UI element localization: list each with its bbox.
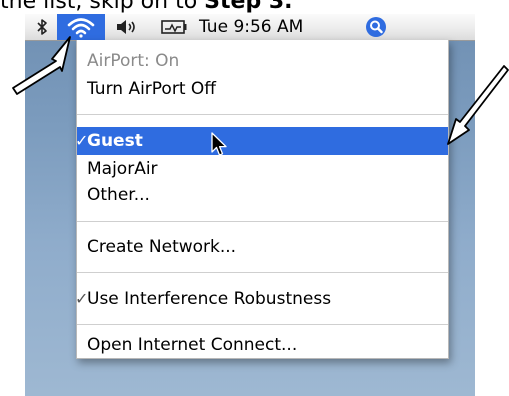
menu-separator	[77, 324, 448, 325]
menubar-clock[interactable]: Tue 9:56 AM	[199, 14, 349, 40]
network-label: Other...	[87, 185, 150, 205]
airport-status: AirPort: On	[77, 47, 448, 75]
open-internet-connect-item[interactable]: Open Internet Connect...	[77, 331, 448, 359]
menu-separator	[77, 114, 448, 115]
network-item-other[interactable]: Other...	[77, 181, 448, 209]
create-network-item[interactable]: Create Network...	[77, 233, 448, 261]
menu-separator	[77, 221, 448, 222]
callout-arrow-icon	[447, 65, 509, 145]
callout-arrow-icon	[12, 36, 71, 95]
volume-icon[interactable]	[111, 14, 145, 40]
turn-airport-off-item[interactable]: Turn AirPort Off	[77, 75, 448, 103]
open-internet-connect-label: Open Internet Connect...	[87, 335, 298, 355]
menu-separator	[77, 272, 448, 273]
interference-robustness-item[interactable]: ✓ Use Interference Robustness	[75, 285, 448, 313]
menu-bar: Tue 9:56 AM	[25, 14, 475, 41]
network-item-majorair[interactable]: MajorAir	[77, 155, 448, 183]
turn-airport-off-label: Turn AirPort Off	[87, 79, 216, 99]
instruction-step: Step 3.	[204, 0, 293, 14]
mac-desktop-screenshot: Tue 9:56 AM AirPort: On Turn AirPort Off…	[25, 14, 475, 396]
instruction-body: the list, skip on to	[0, 0, 198, 14]
spotlight-search-icon[interactable]	[361, 14, 391, 40]
create-network-label: Create Network...	[87, 237, 237, 257]
interference-robustness-label: Use Interference Robustness	[87, 289, 332, 309]
battery-icon[interactable]	[157, 14, 191, 40]
network-label: MajorAir	[87, 159, 158, 179]
airport-status-label: AirPort: On	[87, 51, 180, 71]
network-item-guest[interactable]: ✓ Guest	[75, 127, 448, 156]
network-label: Guest	[87, 131, 143, 151]
airport-menu: AirPort: On Turn AirPort Off ✓ Guest Maj…	[75, 40, 449, 359]
